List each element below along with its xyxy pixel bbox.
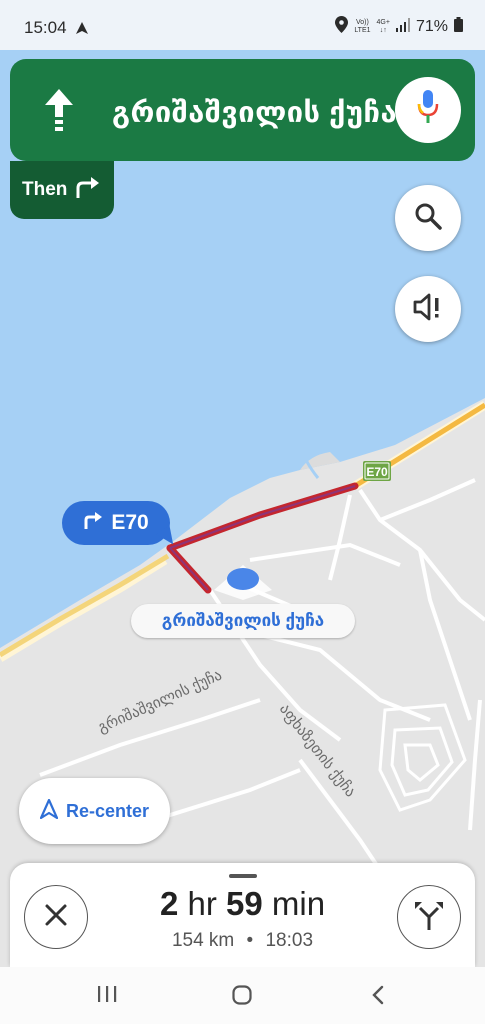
status-bar: 15:04 Vo)) LTE1 4G+ ↓↑ 71% bbox=[0, 0, 485, 50]
eta-hours: 2 bbox=[159, 885, 179, 922]
battery-icon bbox=[454, 17, 463, 37]
location-icon bbox=[335, 16, 349, 38]
re-center-label: Re-center bbox=[65, 800, 150, 821]
e70-shield-label: E70 bbox=[366, 465, 388, 479]
trip-distance: 154 km bbox=[171, 930, 235, 951]
next-street-name: გრიშაშვილის ქუჩა bbox=[112, 97, 398, 129]
system-navigation-bar bbox=[0, 967, 485, 1024]
turn-right-icon bbox=[75, 176, 101, 204]
sound-alert-button[interactable] bbox=[395, 276, 461, 342]
speaker-alert-icon bbox=[412, 293, 444, 326]
navigation-arrow-icon bbox=[39, 798, 59, 824]
eta-hours-unit: hr bbox=[187, 885, 217, 922]
turn-callout[interactable]: E70 bbox=[62, 501, 170, 545]
eta-minutes-unit: min bbox=[271, 885, 326, 922]
voice-search-button[interactable] bbox=[395, 77, 461, 143]
network-indicator: 4G+ ↓↑ bbox=[376, 19, 390, 34]
battery-level: 71% bbox=[415, 18, 448, 35]
eta-minutes: 59 bbox=[225, 885, 263, 922]
back-button[interactable] bbox=[371, 985, 385, 1010]
current-street-label: გრიშაშვილის ქუჩა bbox=[131, 604, 355, 638]
turn-callout-label: E70 bbox=[111, 511, 149, 534]
arrival-time: 18:03 bbox=[265, 930, 314, 951]
home-button[interactable] bbox=[232, 985, 252, 1010]
status-time: 15:04 bbox=[24, 18, 67, 37]
search-button[interactable] bbox=[395, 185, 461, 251]
navigation-status-icon bbox=[75, 21, 89, 40]
then-next-maneuver[interactable]: Then bbox=[10, 161, 114, 219]
alternate-routes-button[interactable] bbox=[397, 885, 461, 949]
status-indicators: Vo)) LTE1 4G+ ↓↑ 71% bbox=[335, 16, 463, 38]
search-icon bbox=[414, 202, 442, 235]
mic-icon bbox=[417, 89, 439, 131]
re-center-button[interactable]: Re-center bbox=[19, 778, 170, 844]
straight-arrow-icon bbox=[44, 89, 74, 136]
sheet-drag-handle[interactable] bbox=[229, 874, 257, 878]
navigation-banner[interactable]: გრიშაშვილის ქუჩა bbox=[10, 59, 475, 161]
trip-separator: • bbox=[246, 930, 254, 951]
turn-right-icon bbox=[83, 511, 103, 535]
e70-road-shield: E70 bbox=[363, 461, 391, 481]
then-label: Then bbox=[22, 179, 68, 200]
volte-indicator: Vo)) LTE1 bbox=[354, 19, 371, 34]
current-street-text: გრიშაშვილის ქუჩა bbox=[161, 611, 325, 630]
recent-apps-button[interactable] bbox=[97, 985, 117, 1008]
trip-summary-sheet[interactable]: 2 hr 59 min 154 km • 18:03 bbox=[10, 863, 475, 967]
route-fork-icon bbox=[414, 899, 444, 936]
signal-icon bbox=[395, 17, 410, 37]
